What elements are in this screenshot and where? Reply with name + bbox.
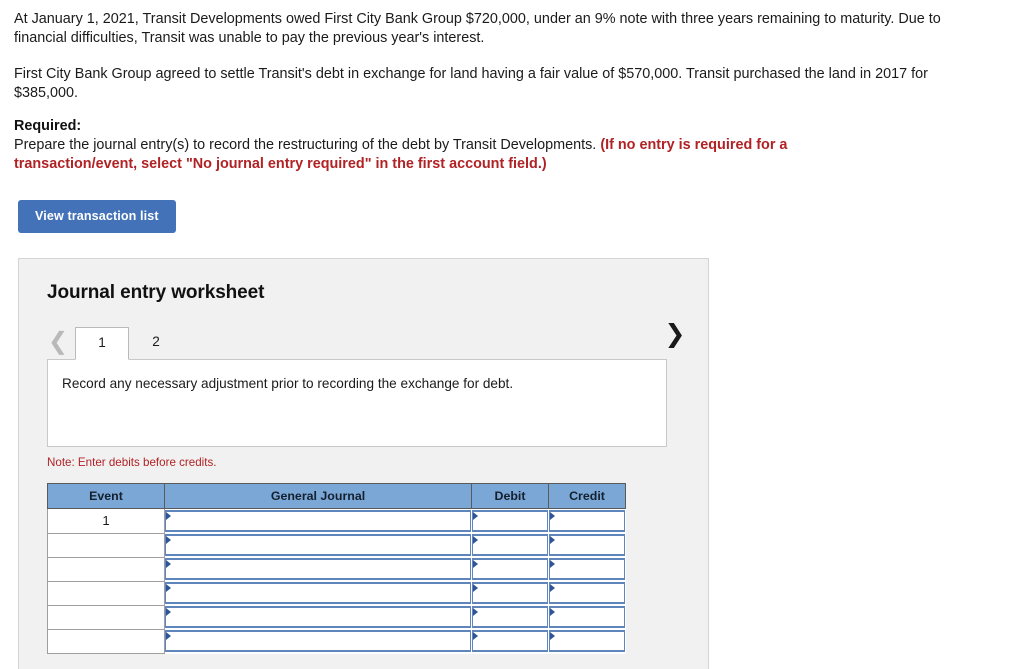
credit-input-6[interactable] <box>548 630 625 652</box>
credit-input-cell[interactable] <box>548 508 626 533</box>
credit-input-cell[interactable] <box>548 557 626 581</box>
account-select-6[interactable] <box>165 630 471 652</box>
tab-entry-1[interactable]: 1 <box>75 327 129 360</box>
column-header-debit: Debit <box>471 483 549 509</box>
worksheet-tabs: 1 2 <box>75 325 183 360</box>
view-transaction-list-button[interactable]: View transaction list <box>18 200 176 233</box>
toolbar: View transaction list <box>0 174 1024 233</box>
problem-paragraph-1: At January 1, 2021, Transit Developments… <box>14 11 941 46</box>
debit-input-cell[interactable] <box>471 629 549 653</box>
credit-input-4[interactable] <box>548 582 625 604</box>
column-header-credit: Credit <box>548 483 626 509</box>
tab-entry-2[interactable]: 2 <box>129 325 183 359</box>
page-root: At January 1, 2021, Transit Developments… <box>0 0 1024 669</box>
debit-input-3[interactable] <box>471 558 548 580</box>
account-select-cell[interactable] <box>164 629 472 653</box>
debit-input-cell[interactable] <box>471 508 549 533</box>
debit-input-2[interactable] <box>471 534 548 556</box>
debit-input-cell[interactable] <box>471 533 549 557</box>
column-header-general-journal: General Journal <box>164 483 472 509</box>
table-row: 1 <box>47 508 626 534</box>
credit-input-3[interactable] <box>548 558 625 580</box>
account-select-1[interactable] <box>165 510 471 532</box>
event-number <box>47 581 165 606</box>
column-header-event: Event <box>47 483 165 509</box>
required-block: Required: Prepare the journal entry(s) t… <box>14 117 1004 174</box>
entry-instruction-text: Record any necessary adjustment prior to… <box>62 376 514 391</box>
chevron-left-icon[interactable]: ❮ <box>47 329 69 359</box>
debit-input-5[interactable] <box>471 606 548 628</box>
table-row <box>47 557 626 582</box>
required-label: Required: <box>14 118 82 134</box>
account-select-2[interactable] <box>165 534 471 556</box>
problem-statement: At January 1, 2021, Transit Developments… <box>0 0 1024 174</box>
debit-input-cell[interactable] <box>471 557 549 581</box>
journal-entry-table: Event General Journal Debit Credit 1 <box>47 483 626 654</box>
event-number <box>47 629 165 654</box>
debit-input-1[interactable] <box>471 510 548 532</box>
credit-input-cell[interactable] <box>548 605 626 629</box>
table-row <box>47 605 626 630</box>
required-instruction: Prepare the journal entry(s) to record t… <box>14 136 914 174</box>
credit-input-1[interactable] <box>548 510 625 532</box>
account-select-cell[interactable] <box>164 508 472 533</box>
account-select-cell[interactable] <box>164 533 472 557</box>
event-number <box>47 533 165 558</box>
credit-input-cell[interactable] <box>548 629 626 653</box>
debit-input-4[interactable] <box>471 582 548 604</box>
debit-input-6[interactable] <box>471 630 548 652</box>
debit-input-cell[interactable] <box>471 581 549 605</box>
account-select-cell[interactable] <box>164 605 472 629</box>
account-select-4[interactable] <box>165 582 471 604</box>
account-select-cell[interactable] <box>164 557 472 581</box>
table-row <box>47 581 626 606</box>
account-select-5[interactable] <box>165 606 471 628</box>
credit-input-5[interactable] <box>548 606 625 628</box>
required-instruction-text: Prepare the journal entry(s) to record t… <box>14 137 597 153</box>
event-number: 1 <box>47 508 165 534</box>
debits-before-credits-note: Note: Enter debits before credits. <box>47 456 217 469</box>
event-number <box>47 557 165 582</box>
account-select-3[interactable] <box>165 558 471 580</box>
worksheet-title: Journal entry worksheet <box>47 282 265 303</box>
problem-paragraph-2: First City Bank Group agreed to settle T… <box>14 66 928 101</box>
table-row <box>47 533 626 558</box>
table-row <box>47 629 626 654</box>
journal-entry-worksheet-panel: Journal entry worksheet ❮ 1 2 ❯ Record a… <box>18 258 709 669</box>
credit-input-2[interactable] <box>548 534 625 556</box>
credit-input-cell[interactable] <box>548 533 626 557</box>
table-header-row: Event General Journal Debit Credit <box>47 483 626 509</box>
chevron-right-icon[interactable]: ❯ <box>664 321 686 352</box>
credit-input-cell[interactable] <box>548 581 626 605</box>
worksheet-tabstrip: ❮ 1 2 ❯ <box>19 317 708 360</box>
account-select-cell[interactable] <box>164 581 472 605</box>
event-number <box>47 605 165 630</box>
debit-input-cell[interactable] <box>471 605 549 629</box>
entry-instruction-box: Record any necessary adjustment prior to… <box>47 359 667 447</box>
